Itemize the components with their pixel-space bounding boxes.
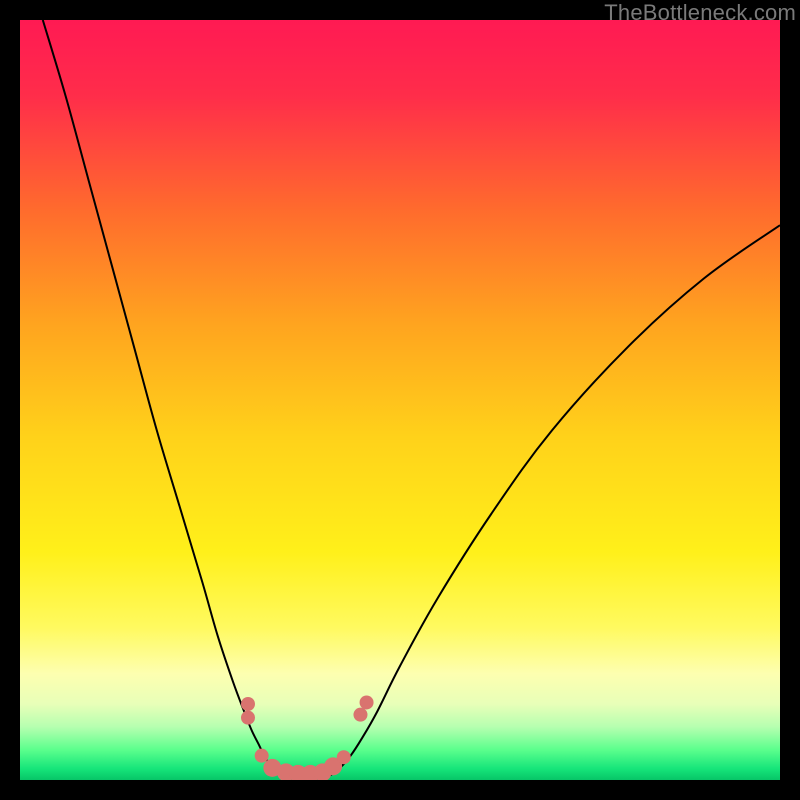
watermark-text: TheBottleneck.com bbox=[604, 0, 796, 26]
marker-dot bbox=[337, 750, 351, 764]
bottleneck-chart bbox=[20, 20, 780, 780]
marker-dot bbox=[255, 749, 269, 763]
marker-dot bbox=[353, 708, 367, 722]
marker-dot bbox=[360, 695, 374, 709]
marker-dot bbox=[241, 697, 255, 711]
chart-frame bbox=[20, 20, 780, 780]
marker-dot bbox=[241, 711, 255, 725]
